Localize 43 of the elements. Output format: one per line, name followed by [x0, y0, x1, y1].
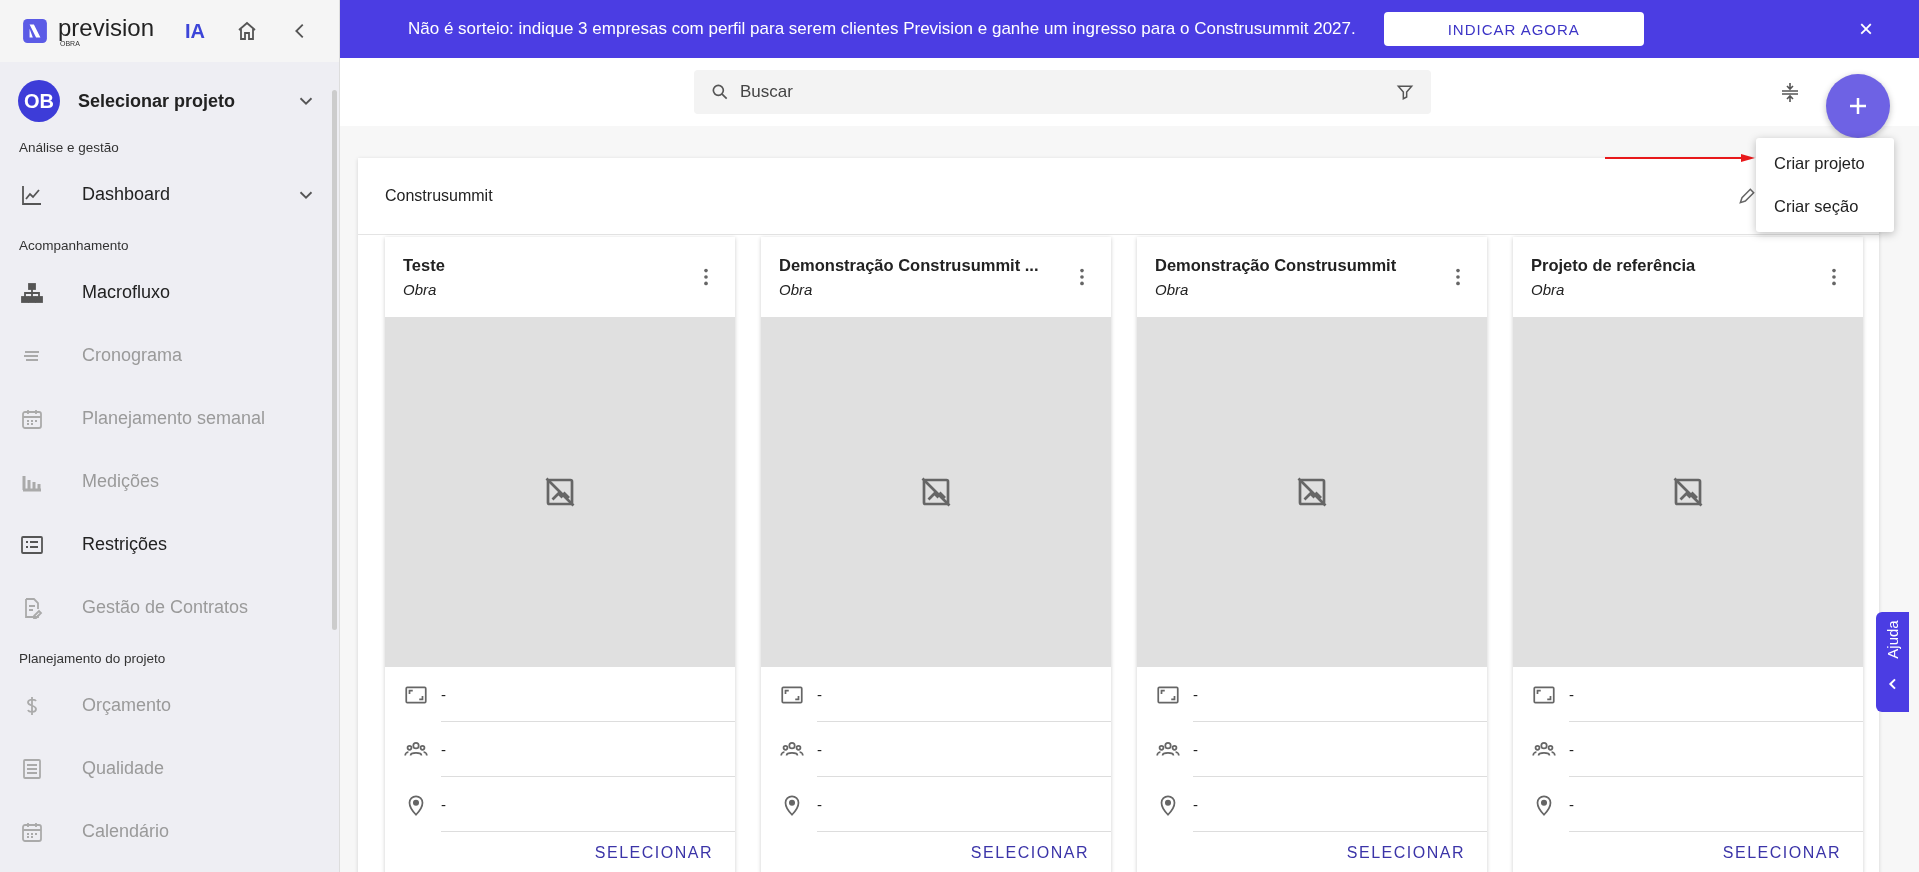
select-button[interactable]: SELECIONAR [1336, 838, 1475, 868]
search-field[interactable]: Buscar [694, 70, 1431, 114]
card-title: Demonstração Construsummit ... [779, 256, 1039, 275]
search-input[interactable]: Buscar [738, 81, 1387, 103]
brand-name: prevision [58, 15, 155, 40]
card-detail: - [1193, 667, 1487, 722]
card-detail: - [1193, 777, 1487, 832]
card-title: Demonstração Construsummit [1155, 256, 1397, 275]
project-avatar: OB [18, 80, 60, 122]
section-heading: Planejamento do projeto [18, 650, 167, 668]
select-button[interactable]: SELECIONAR [960, 838, 1099, 868]
card-subtitle: Obra [1155, 281, 1190, 298]
help-tab[interactable]: Ajuda [1876, 612, 1909, 712]
project-selector[interactable]: Selecionar projeto [78, 90, 236, 112]
nav-item[interactable]: Dashboard [82, 184, 171, 205]
card-detail: - [817, 667, 1111, 722]
section-title: Construsummit [385, 187, 493, 205]
refer-button[interactable]: INDICAR AGORA [1383, 12, 1644, 46]
menu-item[interactable]: Criar projeto [1756, 142, 1894, 185]
menu-item[interactable]: Criar seção [1756, 185, 1894, 228]
select-button[interactable]: SELECIONAR [584, 838, 723, 868]
card-subtitle: Obra [403, 281, 438, 298]
ai-button[interactable]: IA [175, 19, 215, 43]
nav-item[interactable]: Restrições [82, 534, 168, 555]
card-detail: - [441, 667, 735, 722]
card-detail: - [1193, 722, 1487, 777]
close-button[interactable]: × [1853, 14, 1879, 44]
card-detail: - [1569, 667, 1863, 722]
section-heading: Análise e gestão [18, 139, 120, 157]
card-detail: - [1569, 777, 1863, 832]
card-title: Projeto de referência [1531, 256, 1696, 275]
card-detail: - [441, 777, 735, 832]
card-detail: - [441, 722, 735, 777]
card-detail: - [817, 722, 1111, 777]
nav-item[interactable]: Macrofluxo [82, 282, 171, 303]
card-title: Teste [403, 256, 445, 275]
card-detail: - [817, 777, 1111, 832]
card-detail: - [1569, 722, 1863, 777]
banner-text: Não é sorteio: indique 3 empresas com perfil para serem clientes Prevision e ganhe um ingresso para o Construsummit 2027. [408, 19, 1356, 39]
section-heading: Acompanhamento [18, 237, 130, 255]
card-subtitle: Obra [779, 281, 814, 298]
card-subtitle: Obra [1531, 281, 1566, 298]
select-button[interactable]: SELECIONAR [1712, 838, 1851, 868]
